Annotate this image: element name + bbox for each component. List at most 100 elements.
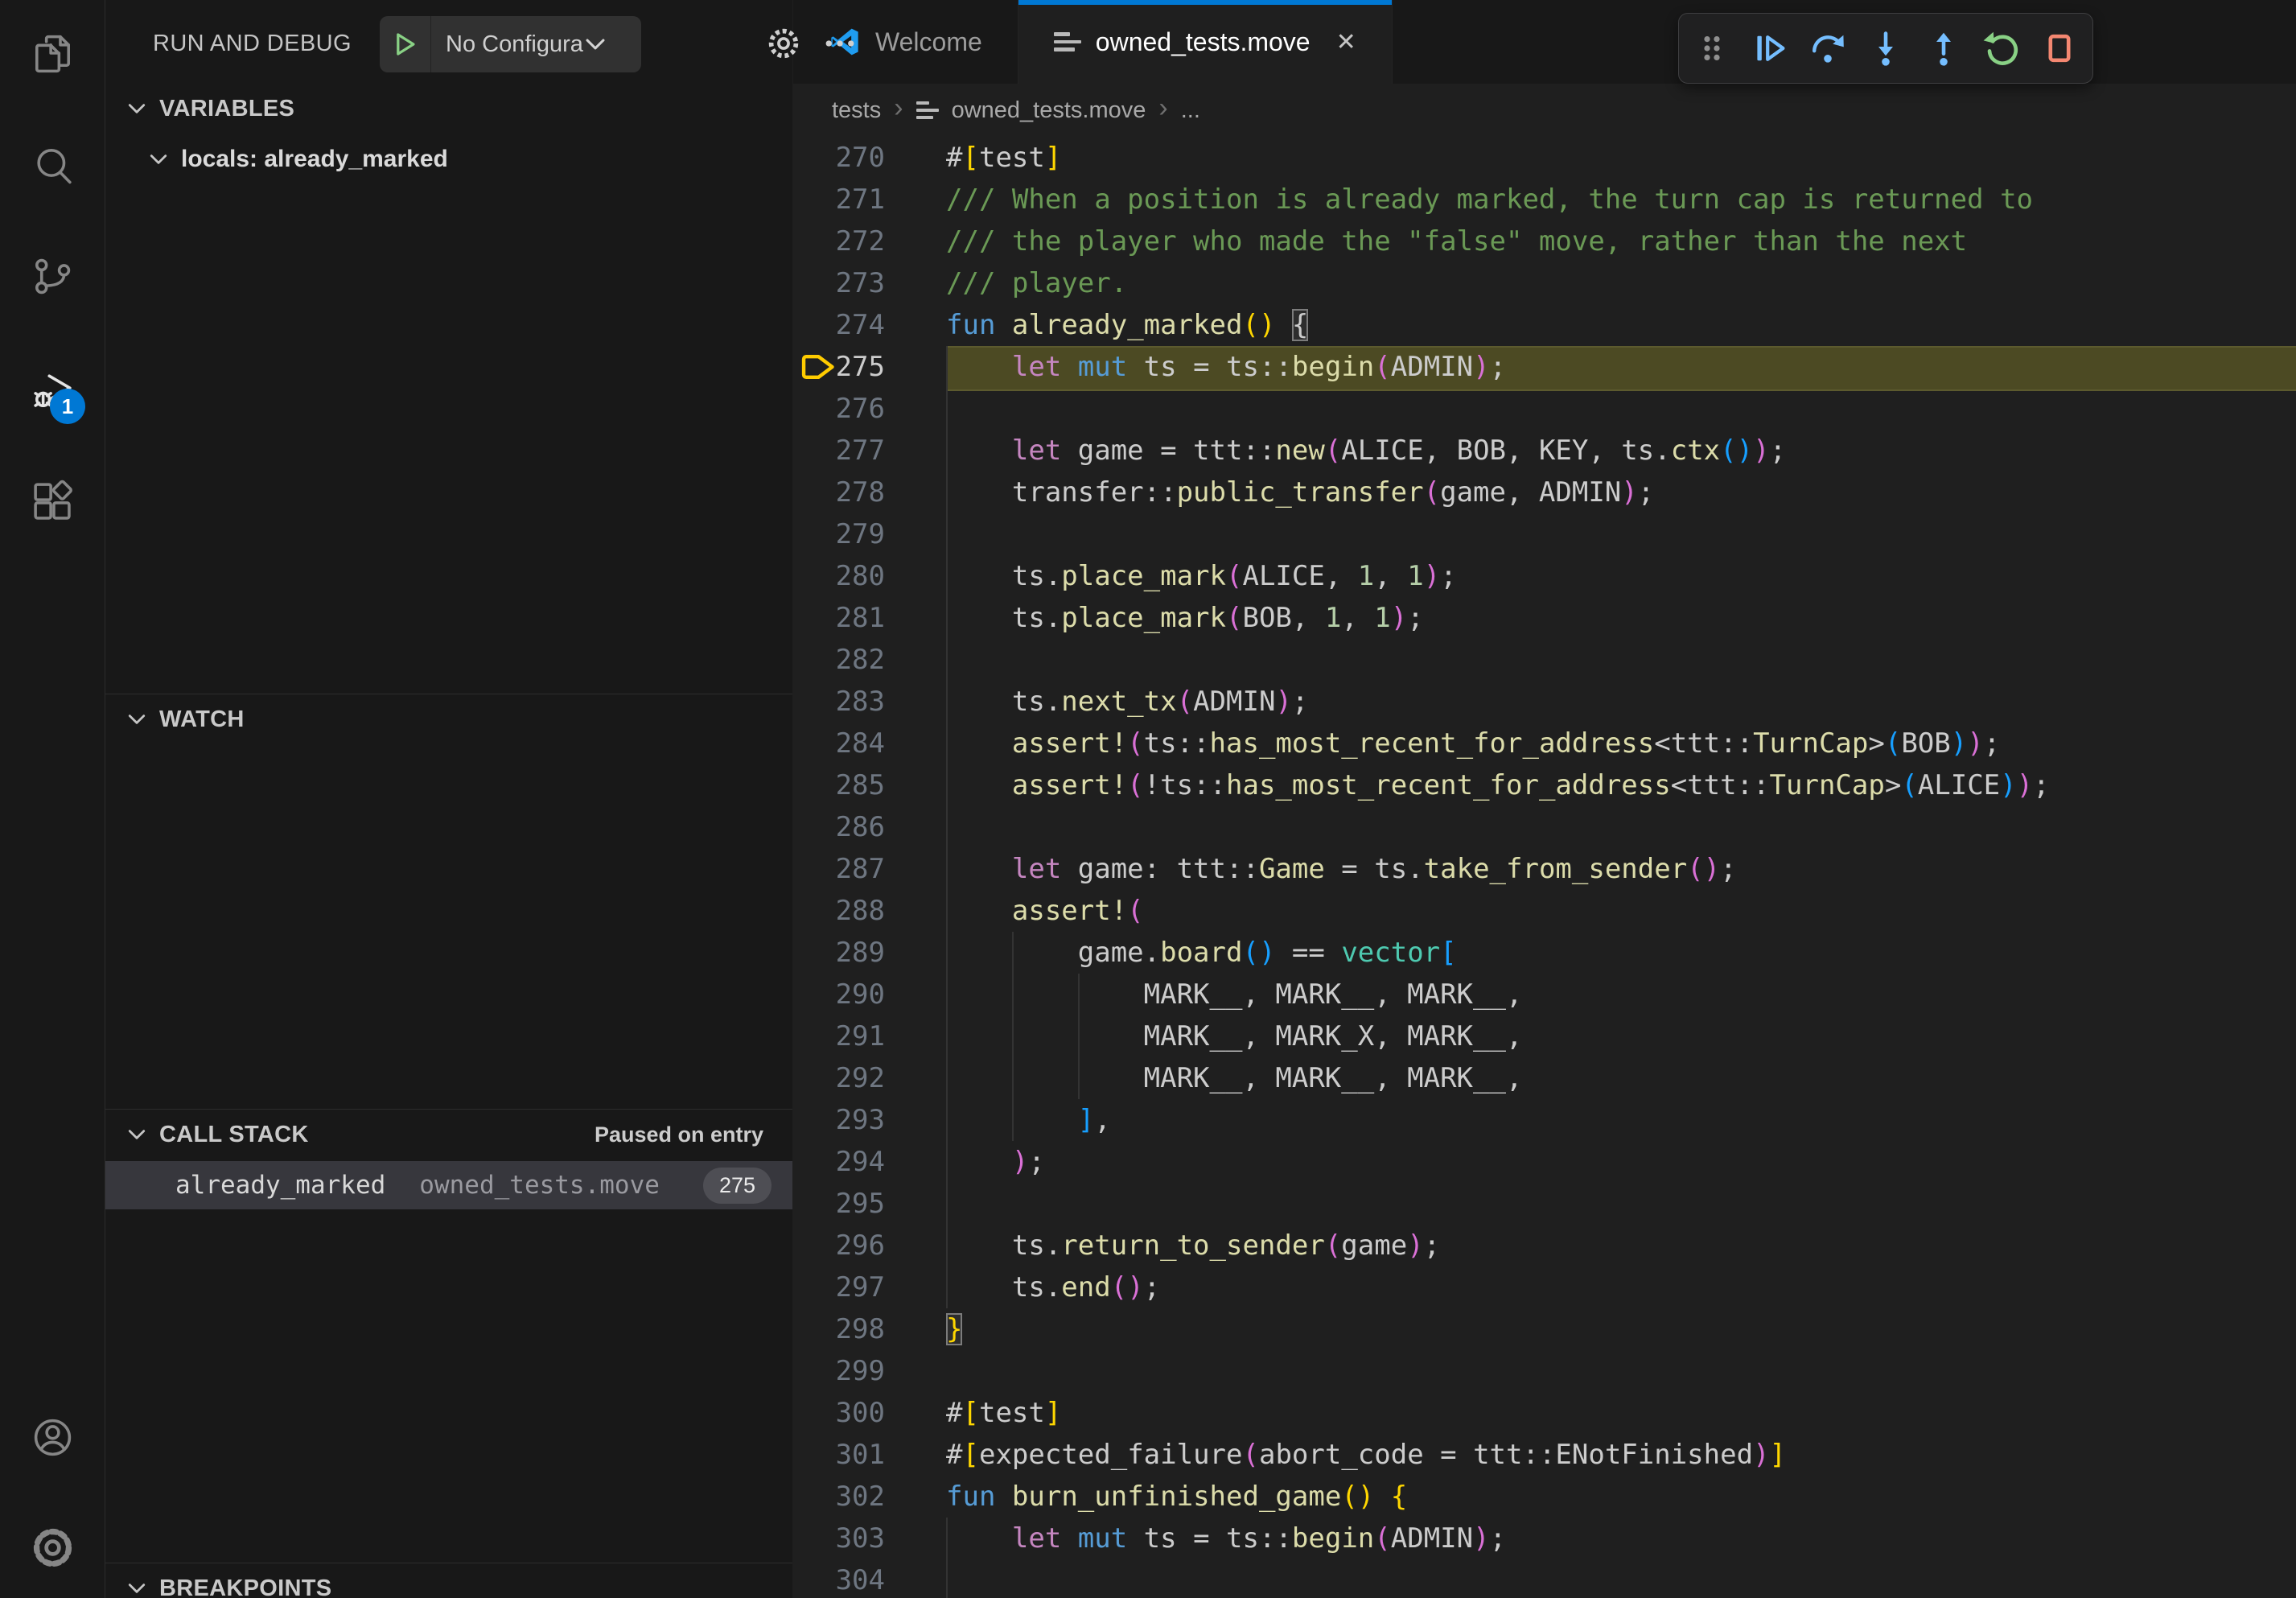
gutter[interactable]: 280 [793, 555, 946, 597]
code-line-276[interactable]: 276 [793, 388, 2296, 430]
code-line-301[interactable]: 301#[expected_failure(abort_code = ttt::… [793, 1434, 2296, 1476]
gutter[interactable]: 288 [793, 890, 946, 932]
code-line-277[interactable]: 277let game = ttt::new(ALICE, BOB, KEY, … [793, 430, 2296, 472]
sidebar-item-source-control[interactable] [0, 234, 105, 323]
gutter[interactable]: 290 [793, 974, 946, 1015]
gutter[interactable]: 301 [793, 1434, 946, 1476]
code-area[interactable]: 270#[test]271/// When a position is alre… [793, 137, 2296, 1598]
code-line-303[interactable]: 303let mut ts = ts::begin(ADMIN); [793, 1518, 2296, 1559]
code-line-297[interactable]: 297ts.end(); [793, 1266, 2296, 1308]
code-line-296[interactable]: 296ts.return_to_sender(game); [793, 1225, 2296, 1266]
code-line-286[interactable]: 286 [793, 806, 2296, 848]
step-into-button[interactable] [1861, 23, 1911, 73]
code-line-274[interactable]: 274fun already_marked() { [793, 304, 2296, 346]
step-out-button[interactable] [1919, 23, 1969, 73]
gutter[interactable]: 275 [793, 346, 946, 388]
code-line-295[interactable]: 295 [793, 1183, 2296, 1225]
stack-frame-row[interactable]: already_marked owned_tests.move 275 [105, 1161, 792, 1209]
variables-scope-locals[interactable]: locals: already_marked [105, 134, 792, 185]
start-debugging-button[interactable] [380, 16, 431, 72]
gutter[interactable]: 285 [793, 764, 946, 806]
code-line-291[interactable]: 291MARK__, MARK_X, MARK__, [793, 1015, 2296, 1057]
code-line-298[interactable]: 298} [793, 1308, 2296, 1350]
gutter[interactable]: 287 [793, 848, 946, 890]
gutter[interactable]: 296 [793, 1225, 946, 1266]
code-line-304[interactable]: 304 [793, 1559, 2296, 1598]
breadcrumb-folder[interactable]: tests [832, 97, 881, 124]
code-line-270[interactable]: 270#[test] [793, 137, 2296, 179]
code-line-289[interactable]: 289game.board() == vector[ [793, 932, 2296, 974]
gutter[interactable]: 283 [793, 681, 946, 723]
code-line-292[interactable]: 292MARK__, MARK__, MARK__, [793, 1057, 2296, 1099]
code-line-281[interactable]: 281ts.place_mark(BOB, 1, 1); [793, 597, 2296, 639]
code-line-282[interactable]: 282 [793, 639, 2296, 681]
code-line-284[interactable]: 284assert!(ts::has_most_recent_for_addre… [793, 723, 2296, 764]
gutter[interactable]: 292 [793, 1057, 946, 1099]
gutter[interactable]: 303 [793, 1518, 946, 1559]
gutter[interactable]: 277 [793, 430, 946, 472]
code-line-287[interactable]: 287let game: ttt::Game = ts.take_from_se… [793, 848, 2296, 890]
gutter[interactable]: 274 [793, 304, 946, 346]
stop-button[interactable] [2035, 23, 2084, 73]
gutter[interactable]: 270 [793, 137, 946, 179]
code-line-294[interactable]: 294); [793, 1141, 2296, 1183]
code-line-280[interactable]: 280ts.place_mark(ALICE, 1, 1); [793, 555, 2296, 597]
breadcrumb-symbol[interactable]: ... [1181, 97, 1200, 124]
drag-handle-icon[interactable] [1687, 23, 1737, 73]
watch-section-header[interactable]: WATCH [105, 694, 792, 744]
sidebar-item-run-and-debug[interactable]: 1 [0, 348, 105, 437]
account-button[interactable] [0, 1395, 105, 1484]
gutter[interactable]: 289 [793, 932, 946, 974]
gutter[interactable]: 272 [793, 220, 946, 262]
code-line-285[interactable]: 285assert!(!ts::has_most_recent_for_addr… [793, 764, 2296, 806]
gutter[interactable]: 281 [793, 597, 946, 639]
call-stack-section-header[interactable]: CALL STACK Paused on entry [105, 1110, 792, 1159]
tab-owned-tests-move[interactable]: owned_tests.move ✕ [1018, 0, 1393, 84]
gutter[interactable]: 295 [793, 1183, 946, 1225]
gutter[interactable]: 302 [793, 1476, 946, 1518]
step-over-button[interactable] [1803, 23, 1853, 73]
code-line-275[interactable]: 275let mut ts = ts::begin(ADMIN); [793, 346, 2296, 388]
code-line-271[interactable]: 271/// When a position is already marked… [793, 179, 2296, 220]
gutter[interactable]: 284 [793, 723, 946, 764]
gutter[interactable]: 294 [793, 1141, 946, 1183]
code-line-283[interactable]: 283ts.next_tx(ADMIN); [793, 681, 2296, 723]
code-line-299[interactable]: 299 [793, 1350, 2296, 1392]
gutter[interactable]: 282 [793, 639, 946, 681]
code-line-279[interactable]: 279 [793, 513, 2296, 555]
more-actions-button[interactable] [819, 23, 861, 64]
gutter[interactable]: 273 [793, 262, 946, 304]
sidebar-item-explorer[interactable] [0, 11, 105, 100]
gutter[interactable]: 293 [793, 1099, 946, 1141]
code-line-273[interactable]: 273/// player. [793, 262, 2296, 304]
gutter[interactable]: 297 [793, 1266, 946, 1308]
close-icon[interactable]: ✕ [1336, 28, 1356, 56]
gutter[interactable]: 291 [793, 1015, 946, 1057]
code-line-272[interactable]: 272/// the player who made the "false" m… [793, 220, 2296, 262]
gutter[interactable]: 298 [793, 1308, 946, 1350]
gutter[interactable]: 286 [793, 806, 946, 848]
code-line-293[interactable]: 293], [793, 1099, 2296, 1141]
gutter[interactable]: 279 [793, 513, 946, 555]
breakpoints-section-header[interactable]: BREAKPOINTS [105, 1563, 792, 1598]
gutter[interactable]: 276 [793, 388, 946, 430]
restart-button[interactable] [1977, 23, 2026, 73]
code-line-290[interactable]: 290MARK__, MARK__, MARK__, [793, 974, 2296, 1015]
code-line-300[interactable]: 300#[test] [793, 1392, 2296, 1434]
gutter[interactable]: 304 [793, 1559, 946, 1598]
code-line-278[interactable]: 278transfer::public_transfer(game, ADMIN… [793, 472, 2296, 513]
debug-configuration-dropdown[interactable]: No Configura [380, 16, 641, 72]
variables-section-header[interactable]: VARIABLES [105, 84, 792, 134]
sidebar-item-extensions[interactable] [0, 459, 105, 548]
debug-settings-button[interactable] [763, 23, 804, 64]
breadcrumb-file[interactable]: owned_tests.move [952, 97, 1146, 124]
continue-button[interactable] [1745, 23, 1795, 73]
code-line-288[interactable]: 288assert!( [793, 890, 2296, 932]
sidebar-item-search[interactable] [0, 124, 105, 212]
gutter[interactable]: 300 [793, 1392, 946, 1434]
gutter[interactable]: 271 [793, 179, 946, 220]
settings-button[interactable] [0, 1505, 105, 1594]
gutter[interactable]: 278 [793, 472, 946, 513]
code-line-302[interactable]: 302fun burn_unfinished_game() { [793, 1476, 2296, 1518]
gutter[interactable]: 299 [793, 1350, 946, 1392]
